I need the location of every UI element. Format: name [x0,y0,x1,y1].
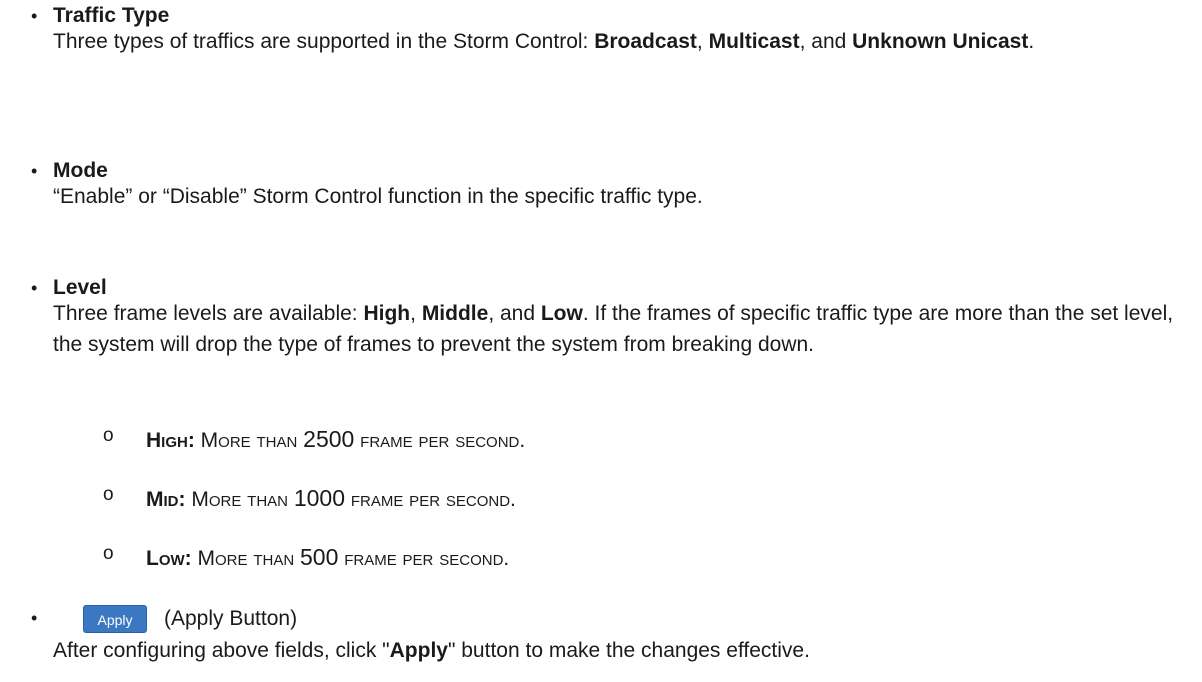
bullet: • [31,608,38,628]
desc-apply: After configuring above fields, click "A… [53,639,810,662]
sub-bullet: o [103,484,114,505]
sub-bullet: o [103,425,114,446]
bullet: • [31,6,38,26]
sub-bullet: o [103,543,114,564]
apply-button[interactable]: Apply [83,605,147,633]
apply-caption: (Apply Button) [164,607,298,630]
desc-traffic-type: Three types of traffics are supported in… [53,30,1035,53]
bullet: • [31,161,38,181]
bullet: • [31,278,38,298]
desc-level: Three frame levels are available: High, … [53,302,1174,356]
desc-mode: “Enable” or “Disable” Storm Control func… [53,185,703,208]
